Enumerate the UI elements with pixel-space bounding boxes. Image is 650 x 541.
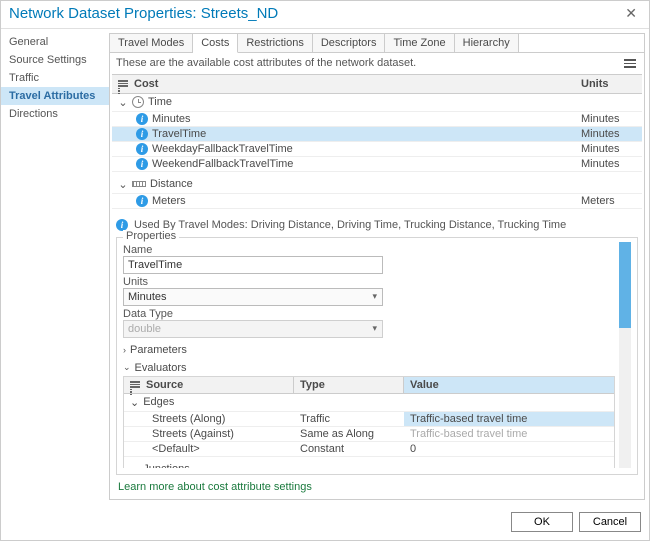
units-select[interactable]: Minutes (123, 288, 383, 306)
list-icon (130, 381, 140, 388)
sidebar-item-travel-attributes[interactable]: Travel Attributes (1, 87, 109, 105)
tab-restrictions[interactable]: Restrictions (238, 34, 312, 52)
group-time-label: Time (148, 96, 172, 108)
dialog-title: Network Dataset Properties: Streets_ND (9, 5, 621, 22)
info-icon: i (136, 158, 148, 170)
scrollbar[interactable] (619, 242, 631, 469)
name-label: Name (123, 244, 615, 256)
tab-costs[interactable]: Costs (193, 34, 238, 53)
dialog: Network Dataset Properties: Streets_ND ✕… (0, 0, 650, 541)
parameters-toggle[interactable]: › Parameters (123, 344, 615, 356)
col-cost: Cost (134, 78, 158, 90)
info-icon: i (136, 128, 148, 140)
chevron-down-icon[interactable]: ⌄ (118, 96, 128, 109)
group-time[interactable]: ⌄ Time (112, 94, 642, 112)
close-icon[interactable]: ✕ (621, 5, 641, 22)
grid-header: Cost Units (112, 74, 642, 94)
main-panel: Travel Modes Costs Restrictions Descript… (109, 33, 645, 500)
chevron-down-icon[interactable]: ⌄ (118, 178, 128, 191)
group-distance-label: Distance (150, 178, 193, 190)
sidebar-item-traffic[interactable]: Traffic (1, 69, 109, 87)
ok-button[interactable]: OK (511, 512, 573, 532)
tab-descriptors[interactable]: Descriptors (313, 34, 386, 52)
used-by-row: i Used By Travel Modes: Driving Distance… (110, 213, 644, 235)
list-icon (118, 80, 128, 87)
ruler-icon (132, 181, 146, 187)
datatype-label: Data Type (123, 308, 615, 320)
clock-icon (132, 96, 144, 108)
tab-hierarchy[interactable]: Hierarchy (455, 34, 519, 52)
cost-row[interactable]: iMinutes Minutes (112, 112, 642, 127)
evaluators-table: Source Type Value ⌄ Edges Streets (Along… (123, 376, 615, 469)
dialog-body: General Source Settings Traffic Travel A… (1, 29, 649, 504)
sidebar-item-source-settings[interactable]: Source Settings (1, 51, 109, 69)
properties-box: Properties Name Units Minutes Data Type … (116, 237, 638, 476)
name-input[interactable] (123, 256, 383, 274)
units-label: Units (123, 276, 615, 288)
cost-grid: Cost Units ⌄ Time iMinutes Minutes iTrav… (110, 74, 644, 213)
tab-travel-modes[interactable]: Travel Modes (110, 34, 193, 52)
tab-description: These are the available cost attributes … (116, 57, 416, 69)
evaluators-header: Source Type Value (124, 377, 614, 394)
footer: OK Cancel (1, 504, 649, 540)
info-icon: i (136, 143, 148, 155)
col-units: Units (581, 78, 636, 90)
eval-row[interactable]: Streets (Against) Same as Along Traffic-… (124, 427, 614, 442)
cost-row[interactable]: iWeekdayFallbackTravelTime Minutes (112, 142, 642, 157)
chevron-down-icon: ⌄ (123, 362, 131, 373)
menu-icon[interactable] (622, 57, 638, 70)
chevron-right-icon: › (123, 345, 126, 355)
description-row: These are the available cost attributes … (110, 53, 644, 74)
properties-legend: Properties (123, 230, 179, 242)
chevron-down-icon: ⌄ (130, 463, 139, 469)
titlebar: Network Dataset Properties: Streets_ND ✕ (1, 1, 649, 29)
info-icon: i (136, 195, 148, 207)
cost-row[interactable]: iWeekendFallbackTravelTime Minutes (112, 157, 642, 172)
used-by-text: Used By Travel Modes: Driving Distance, … (134, 219, 566, 231)
cost-row[interactable]: iTravelTime Minutes (112, 127, 642, 142)
tabstrip: Travel Modes Costs Restrictions Descript… (110, 34, 644, 53)
eval-group-junctions[interactable]: ⌄ Junctions (124, 461, 614, 469)
cost-row[interactable]: iMeters Meters (112, 194, 642, 209)
eval-group-edges[interactable]: ⌄ Edges (124, 394, 614, 412)
sidebar-item-directions[interactable]: Directions (1, 105, 109, 123)
eval-row[interactable]: <Default> Constant 0 (124, 442, 614, 457)
info-icon: i (136, 113, 148, 125)
sidebar-item-general[interactable]: General (1, 33, 109, 51)
tab-time-zone[interactable]: Time Zone (385, 34, 454, 52)
eval-row[interactable]: Streets (Along) Traffic Traffic-based tr… (124, 412, 614, 427)
group-distance[interactable]: ⌄ Distance (112, 176, 642, 194)
chevron-down-icon: ⌄ (130, 396, 139, 409)
evaluators-toggle[interactable]: ⌄ Evaluators (123, 362, 615, 374)
scrollbar-thumb[interactable] (619, 242, 631, 328)
learn-more-link[interactable]: Learn more about cost attribute settings (110, 475, 644, 499)
sidebar: General Source Settings Traffic Travel A… (1, 29, 109, 504)
datatype-select: double (123, 320, 383, 338)
cancel-button[interactable]: Cancel (579, 512, 641, 532)
